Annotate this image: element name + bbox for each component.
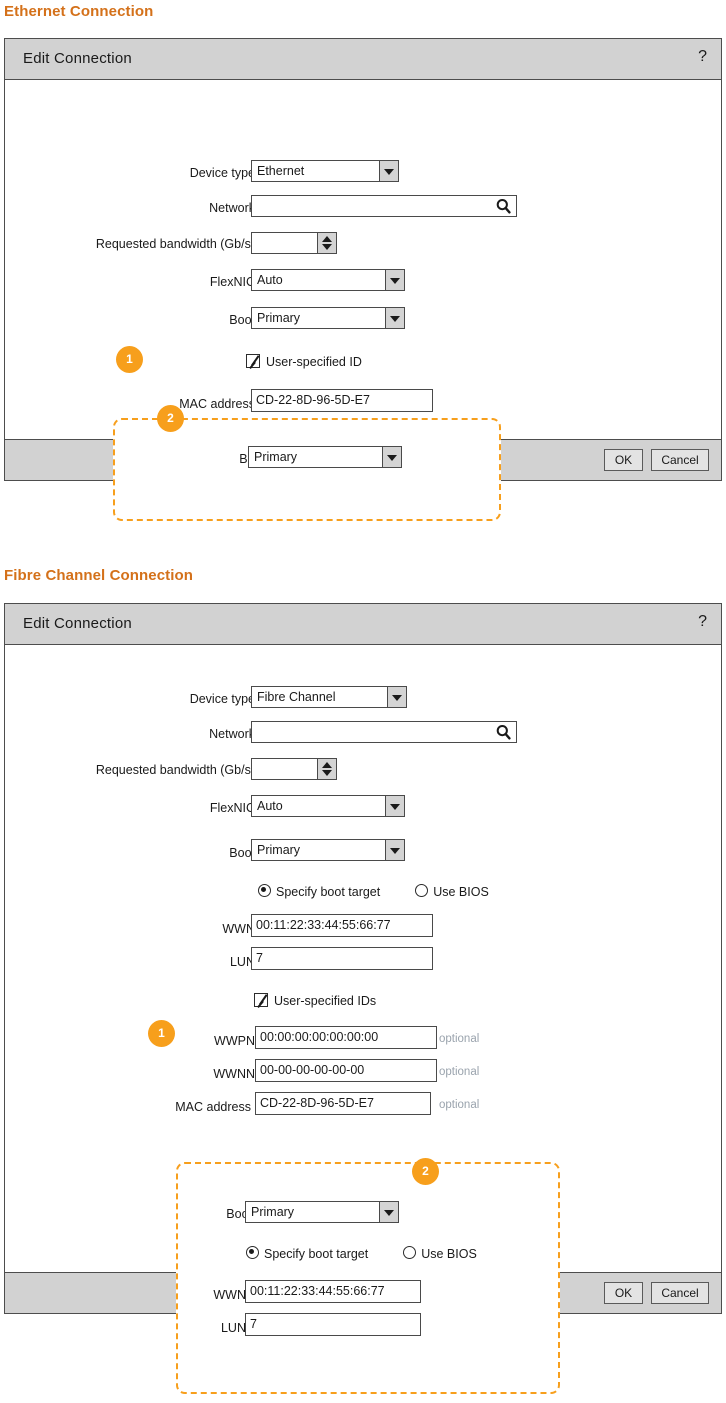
dialog-header: Edit Connection ? (5, 39, 721, 80)
lun-label: LUN (229, 955, 255, 969)
network-label: Network (209, 727, 255, 741)
wwn-input[interactable]: 00:11:22:33:44:55:66:77 (251, 914, 433, 937)
user-specified-id-checkbox-row[interactable]: User-specified ID (246, 354, 362, 370)
dialog-title: Edit Connection (23, 615, 132, 632)
stepper-buttons[interactable] (317, 759, 336, 779)
boot-value: Primary (257, 843, 301, 857)
checkbox-checked-icon[interactable] (246, 354, 260, 368)
device-type-select[interactable]: Ethernet (251, 160, 399, 182)
device-type-select[interactable]: Fibre Channel (251, 686, 407, 708)
edit-connection-dialog-ethernet: Edit Connection ? Device type Ethernet N… (4, 38, 722, 481)
section-heading-ethernet: Ethernet Connection (4, 3, 154, 20)
boot-select[interactable]: Primary (251, 307, 405, 329)
cancel-button[interactable]: Cancel (651, 449, 709, 471)
dialog-header: Edit Connection ? (5, 604, 721, 645)
wwpn-optional-hint: optional (439, 1033, 480, 1045)
boot-value-callout: Primary (251, 1205, 295, 1219)
chevron-down-icon[interactable] (382, 447, 401, 467)
lun-input-callout[interactable]: 7 (245, 1313, 421, 1336)
cancel-button[interactable]: Cancel (651, 1282, 709, 1304)
boot-select-callout[interactable]: Primary (248, 446, 402, 468)
lun-label-callout: LUN (220, 1321, 246, 1335)
chevron-down-icon[interactable] (385, 796, 404, 816)
radio-use-bios-icon[interactable] (403, 1246, 417, 1259)
chevron-down-icon[interactable] (385, 308, 404, 328)
search-icon[interactable] (496, 198, 511, 220)
checkbox-checked-icon[interactable] (254, 993, 268, 1007)
device-type-label: Device type (189, 692, 255, 706)
chevron-down-icon[interactable] (379, 161, 398, 181)
callout-badge-2: 2 (157, 405, 184, 432)
device-type-value: Ethernet (257, 164, 305, 178)
user-specified-ids-label: User-specified IDs (274, 994, 377, 1008)
wwpn-input[interactable]: 00:00:00:00:00:00:00 (255, 1026, 437, 1049)
callout-box-2-fibre-channel: Boot Primary Specify boot target Use BIO… (176, 1162, 560, 1394)
stepper-up-icon[interactable] (322, 762, 332, 768)
radio-use-bios-label: Use BIOS (433, 885, 489, 899)
chevron-down-icon[interactable] (385, 270, 404, 290)
stepper-buttons[interactable] (317, 233, 336, 253)
requested-bandwidth-label: Requested bandwidth (Gb/s) (95, 237, 255, 251)
help-icon[interactable]: ? (698, 49, 707, 65)
requested-bandwidth-label: Requested bandwidth (Gb/s) (95, 763, 255, 777)
wwn-input-callout[interactable]: 00:11:22:33:44:55:66:77 (245, 1280, 421, 1303)
flexnic-label: FlexNIC (209, 801, 255, 815)
flexnic-value: Auto (257, 273, 283, 287)
mac-address-label: MAC address (175, 1100, 251, 1114)
boot-label: Boot (229, 846, 255, 860)
chevron-down-icon[interactable] (387, 687, 406, 707)
boot-value: Primary (257, 311, 301, 325)
ok-button[interactable]: OK (604, 449, 643, 471)
network-label: Network (209, 201, 255, 215)
radio-specify-boot-target-icon[interactable] (258, 884, 271, 897)
network-input[interactable] (251, 721, 517, 743)
wwnn-optional-hint: optional (439, 1066, 480, 1078)
chevron-down-icon[interactable] (385, 840, 404, 860)
network-input[interactable] (251, 195, 517, 217)
stepper-up-icon[interactable] (322, 236, 332, 242)
boot-target-radio-group-callout[interactable]: Specify boot target Use BIOS (246, 1246, 477, 1262)
callout-box-2-ethernet: Boot Primary (113, 418, 501, 521)
stepper-down-icon[interactable] (322, 244, 332, 250)
flexnic-select[interactable]: Auto (251, 269, 405, 291)
boot-label-callout: Boot (226, 1207, 252, 1221)
boot-select[interactable]: Primary (251, 839, 405, 861)
wwnn-label: WWNN (213, 1067, 255, 1081)
radio-specify-boot-target-icon[interactable] (246, 1246, 259, 1259)
ok-button[interactable]: OK (604, 1282, 643, 1304)
flexnic-label: FlexNIC (209, 275, 255, 289)
device-type-label: Device type (189, 166, 255, 180)
callout-badge-1: 1 (148, 1020, 175, 1047)
boot-select-callout[interactable]: Primary (245, 1201, 399, 1223)
boot-target-radio-group[interactable]: Specify boot target Use BIOS (258, 884, 489, 900)
wwnn-input[interactable]: 00-00-00-00-00-00 (255, 1059, 437, 1082)
device-type-value: Fibre Channel (257, 690, 336, 704)
search-icon[interactable] (496, 724, 511, 746)
flexnic-value: Auto (257, 799, 283, 813)
boot-value-callout: Primary (254, 450, 298, 464)
user-specified-id-label: User-specified ID (266, 355, 362, 369)
user-specified-ids-checkbox-row[interactable]: User-specified IDs (254, 993, 376, 1009)
mac-address-input[interactable]: CD-22-8D-96-5D-E7 (255, 1092, 431, 1115)
radio-use-bios-label: Use BIOS (421, 1247, 477, 1261)
wwn-label-callout: WWN (213, 1288, 246, 1302)
stepper-down-icon[interactable] (322, 770, 332, 776)
requested-bandwidth-stepper[interactable] (251, 232, 337, 254)
mac-optional-hint: optional (439, 1099, 480, 1111)
flexnic-select[interactable]: Auto (251, 795, 405, 817)
section-heading-fibre-channel: Fibre Channel Connection (4, 567, 194, 584)
lun-input[interactable]: 7 (251, 947, 433, 970)
wwn-label: WWN (222, 922, 255, 936)
dialog-title: Edit Connection (23, 50, 132, 67)
radio-specify-boot-target-label: Specify boot target (264, 1247, 369, 1261)
help-icon[interactable]: ? (698, 614, 707, 630)
mac-address-input[interactable]: CD-22-8D-96-5D-E7 (251, 389, 433, 412)
requested-bandwidth-stepper[interactable] (251, 758, 337, 780)
chevron-down-icon[interactable] (379, 1202, 398, 1222)
boot-label: Boot (229, 313, 255, 327)
callout-badge-2: 2 (412, 1158, 439, 1185)
radio-specify-boot-target-label: Specify boot target (276, 885, 381, 899)
radio-use-bios-icon[interactable] (415, 884, 429, 897)
callout-badge-1: 1 (116, 346, 143, 373)
